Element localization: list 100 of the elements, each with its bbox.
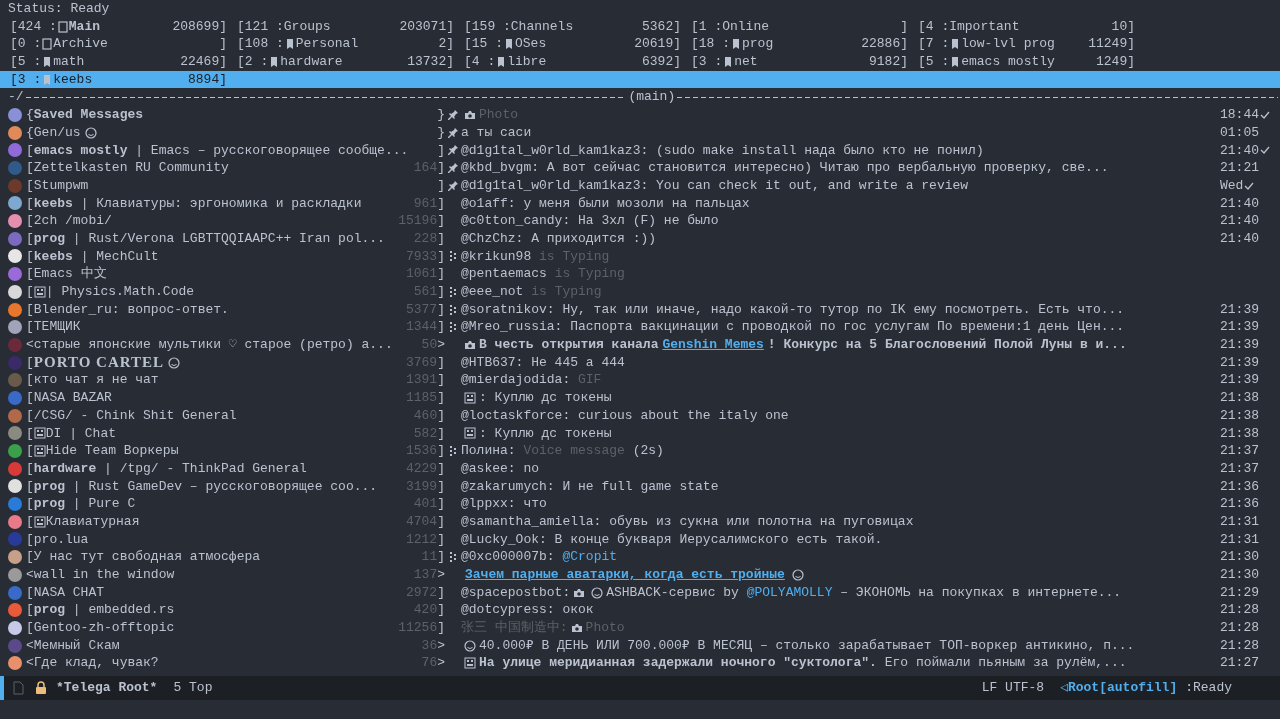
chat-title[interactable]: 2ch /mobi/: [33, 212, 112, 230]
chat-title[interactable]: Blender_ru: вопрос-ответ.: [33, 300, 229, 319]
bracket: ]: [437, 300, 445, 319]
message-time: 21:36: [1220, 477, 1259, 496]
folder-tab[interactable]: [1 :Online ]: [691, 17, 918, 36]
folder-tab[interactable]: [4 :Important 10]: [918, 17, 1145, 36]
glyph-icon: [464, 427, 476, 440]
major-mode: ◁Root[autofill]: [1060, 679, 1178, 697]
bracket: ]: [437, 229, 445, 248]
chat-title[interactable]: NASA CHAT: [33, 583, 105, 602]
chat-title[interactable]: prog | Rust/Verona LGBTTQQIAAPC++ Iran pol...: [33, 229, 385, 248]
chat-title[interactable]: DI | Chat: [45, 424, 117, 443]
message-preview: @lppxx: что: [461, 495, 547, 513]
message-time: 21:39: [1220, 371, 1259, 390]
bracket: ]: [437, 459, 445, 478]
folder-tab[interactable]: [3 : keebs 8894]: [10, 70, 237, 89]
bracket: [: [26, 583, 34, 602]
folder-tab[interactable]: [121 :Groups 203071]: [237, 17, 464, 36]
chat-title[interactable]: Gentoo-zh-offtopic: [33, 619, 175, 637]
chat-title[interactable]: Saved Messages: [33, 106, 144, 124]
chat-title[interactable]: keebs | MechCult: [33, 247, 159, 266]
bracket: ]: [437, 159, 445, 177]
pin-icon: [447, 144, 459, 157]
chat-title[interactable]: pro.lua: [33, 530, 89, 549]
chat-title[interactable]: Zettelkasten RU Community: [33, 159, 229, 177]
emoji-icon: [791, 568, 804, 581]
bracket: >: [437, 654, 445, 673]
bracket: >: [437, 636, 445, 655]
message-time: 21:38: [1220, 424, 1259, 443]
folder-tab[interactable]: [2 : hardware 13732]: [237, 53, 464, 71]
chat-title[interactable]: Клавиатурная: [45, 512, 140, 531]
folder-outline-icon: [56, 20, 69, 33]
folder-tab[interactable]: [5 : math 22469]: [10, 53, 237, 71]
bracket: <: [26, 566, 34, 584]
bracket: [: [26, 619, 34, 637]
chat-title[interactable]: wall in the window: [33, 566, 175, 584]
chat-title[interactable]: prog | Rust GameDev – русскоговорящее соо...: [33, 477, 378, 496]
divider-label: (main): [628, 88, 676, 107]
folder-tab[interactable]: [7 : low-lvl prog 11249]: [918, 35, 1145, 54]
link[interactable]: Зачем парные аватарки, когда есть тройные: [465, 566, 785, 584]
bracket: [: [26, 459, 34, 478]
folder-tab[interactable]: [15 : OSes 20619]: [464, 35, 691, 54]
bracket: ]: [437, 353, 445, 372]
chat-title[interactable]: кто чат я не чат: [33, 371, 159, 390]
message-time: 21:36: [1220, 495, 1259, 513]
bracket: [: [26, 371, 34, 390]
chat-title[interactable]: keebs | Клавиатуры: эргономика и раскладки: [33, 194, 362, 213]
dots-icon: [447, 445, 459, 458]
chat-title[interactable]: Мемный Скам: [33, 636, 120, 655]
folder-tab[interactable]: [424 : Main 208699]: [10, 17, 237, 36]
chat-title[interactable]: /CSG/ - Chink Shit General: [33, 406, 237, 425]
bracket: [: [26, 265, 34, 283]
message-preview: @ChzChz: А приходится :)): [461, 229, 657, 248]
folder-tab[interactable]: [159 :Channels 5362]: [464, 17, 691, 36]
folder-tab[interactable]: [0 : Archive ]: [10, 35, 237, 54]
chat-title[interactable]: emacs mostly | Emacs – русскоговорящее сообще...: [33, 141, 409, 160]
folder-tab[interactable]: [4 : libre 6392]: [464, 53, 691, 71]
chat-title[interactable]: prog | Pure C: [33, 495, 136, 513]
pin-icon: [447, 179, 459, 192]
bracket: ]: [437, 176, 445, 195]
chat-title[interactable]: hardware | /tpg/ - ThinkPad General: [33, 459, 307, 478]
chat-title[interactable]: Где клад, чувак?: [33, 654, 159, 673]
message-time: 01:05: [1220, 123, 1259, 142]
message-preview: @Lucky_Ook: В конце букваря Иерусалимского есть такой.: [461, 530, 883, 549]
chat-title[interactable]: Gen/us: [33, 123, 81, 142]
buffer-position: 5 Top: [173, 679, 213, 697]
bracket: [: [26, 512, 34, 531]
folder-tab[interactable]: [108 : Personal 2]: [237, 35, 464, 54]
chat-title[interactable]: prog | embedded.rs: [33, 601, 175, 620]
chat-title[interactable]: NASA BAZAR: [33, 389, 112, 407]
chat-title[interactable]: ТЕМЩИК: [33, 318, 81, 337]
camera-icon: [464, 338, 476, 351]
message-preview: @d1g1tal_w0rld_kam1kaz3: (sudo make install нада было кто не понил): [461, 141, 984, 160]
chat-title[interactable]: Stumpwm: [33, 176, 89, 195]
chat-title[interactable]: | Physics.Math.Code: [45, 283, 195, 301]
message-time: Wed: [1220, 176, 1244, 195]
message-preview: : Куплю дс токены: [479, 389, 612, 407]
chat-title[interactable]: У нас тут свободная атмосфера: [33, 548, 261, 566]
link[interactable]: Genshin Memes: [662, 336, 764, 354]
bracket: <: [26, 336, 34, 354]
message-time: 21:38: [1220, 406, 1259, 425]
message-preview: На улице меридианная задержали ночного "суктолога". Его поймали пьяным за рулём,...: [479, 654, 1127, 673]
bracket: [: [26, 247, 34, 266]
folder-tab[interactable]: [3 : net 9182]: [691, 53, 918, 71]
chat-title[interactable]: PORTO CARTEL: [33, 353, 165, 372]
camera-icon: [464, 108, 476, 121]
bracket: ]: [437, 141, 445, 160]
bracket: ]: [437, 194, 445, 213]
bracket: [: [26, 442, 34, 460]
message-time: 21:28: [1220, 601, 1259, 620]
folder-tab[interactable]: [18 : prog 22886]: [691, 35, 918, 54]
chat-title[interactable]: Hide Team Воркеры: [45, 442, 179, 460]
chat-title[interactable]: старые японские мультики ♡ старое (ретро) а...: [33, 336, 393, 354]
folder-tab[interactable]: [5 : emacs mostly 1249]: [918, 53, 1145, 71]
bracket: [: [26, 318, 34, 337]
bracket: ]: [437, 265, 445, 283]
dots-icon: [447, 321, 459, 334]
chat-title[interactable]: Emacs 中文: [33, 265, 107, 283]
message-time: 21:39: [1220, 336, 1259, 354]
glyph-icon: [464, 391, 476, 404]
